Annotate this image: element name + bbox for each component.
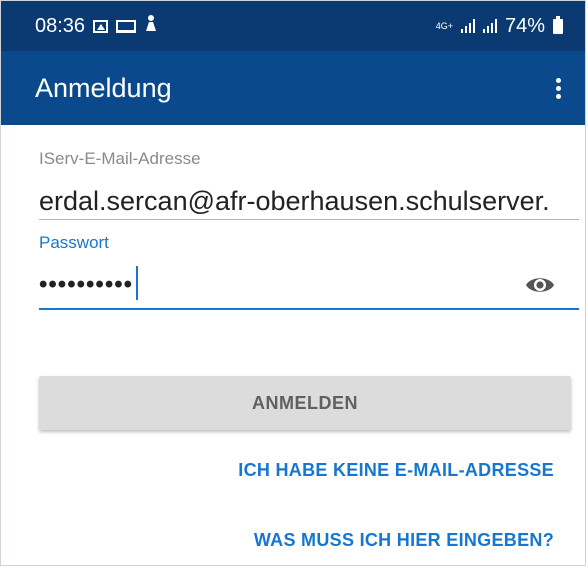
login-button[interactable]: ANMELDEN [39,376,571,430]
battery-icon [553,15,563,34]
password-field[interactable]: •••••••••• [39,267,133,303]
battery-percent: 74% [504,14,545,37]
more-vert-icon[interactable] [550,70,567,107]
status-right: 4G+ 74% [436,15,563,38]
eye-icon[interactable] [525,274,555,296]
status-left: 08:36 [35,14,158,38]
status-time: 08:36 [35,14,86,37]
image-icon [93,19,109,33]
email-underline [39,219,579,220]
password-underline [39,308,579,310]
signal-icon [460,19,475,33]
status-bar: 08:36 4G+ 74% [1,1,585,51]
laptop-icon [116,19,137,33]
email-field[interactable]: erdal.sercan@afr-oberhausen.schulserver. [39,183,579,219]
app-bar: Anmeldung [1,51,585,125]
signal-icon-2 [482,19,497,33]
no-email-link[interactable]: ICH HABE KEINE E-MAIL-ADRESSE [238,460,554,481]
network-type: 4G+ [435,20,453,31]
password-label: Passwort [39,233,109,252]
email-label: IServ-E-Mail-Adresse [39,149,201,168]
help-link[interactable]: WAS MUSS ICH HIER EINGEBEN? [254,530,554,551]
text-cursor [136,266,138,300]
page-title: Anmeldung [35,72,172,103]
app-notification-icon [144,14,158,38]
app-frame: 08:36 4G+ 74% Anmeldung IServ-E-Mail-Adr… [0,0,586,566]
